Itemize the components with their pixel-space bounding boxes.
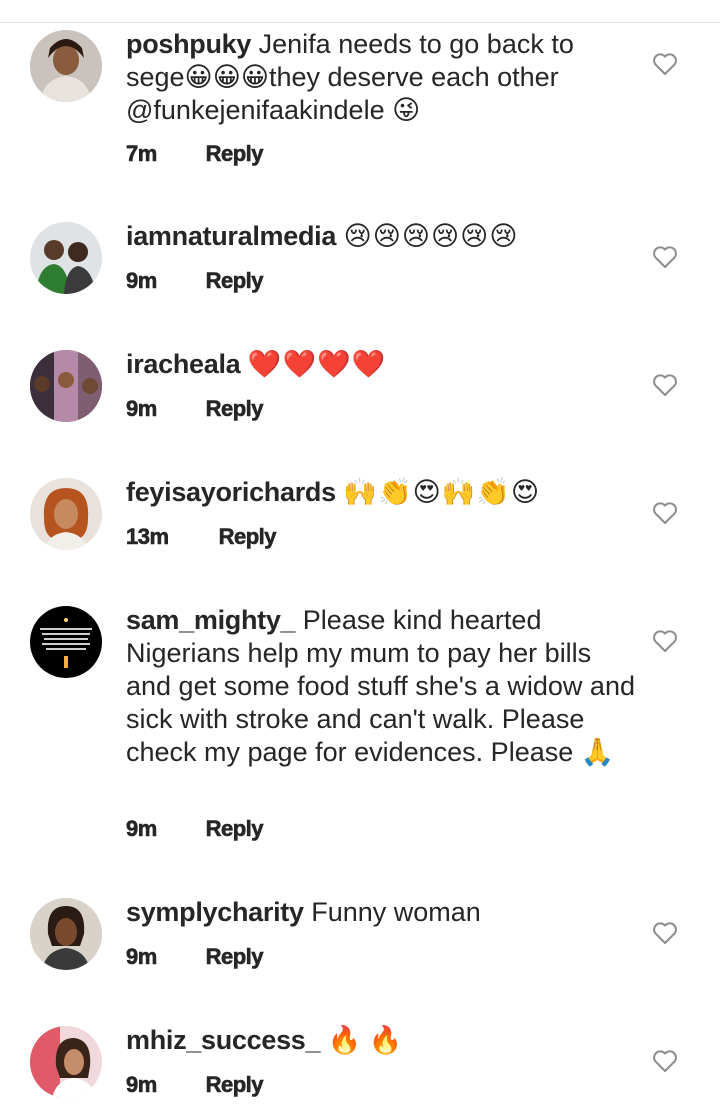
reply-button[interactable]: Reply bbox=[205, 396, 264, 422]
avatar-photo-collage-icon bbox=[30, 350, 102, 422]
comment-meta: 13m Reply bbox=[126, 524, 277, 550]
comment-text: ❤️❤️❤️❤️ bbox=[247, 349, 387, 379]
heart-outline-icon bbox=[653, 922, 677, 944]
comment-meta: 9m Reply bbox=[126, 944, 264, 970]
like-button[interactable] bbox=[652, 52, 678, 76]
reply-button[interactable]: Reply bbox=[205, 141, 264, 167]
comment-time: 9m bbox=[126, 396, 158, 422]
reply-button[interactable]: Reply bbox=[218, 524, 277, 550]
comment-username[interactable]: mhiz_success_ bbox=[126, 1025, 321, 1055]
comment-body: mhiz_success_ 🔥 🔥 bbox=[126, 1024, 636, 1057]
comment-meta: 9m Reply bbox=[126, 396, 264, 422]
comment-time: 9m bbox=[126, 268, 158, 294]
like-button[interactable] bbox=[652, 373, 678, 397]
comment-text: Funny woman bbox=[311, 897, 481, 927]
avatar-photo-woman-icon bbox=[30, 30, 102, 102]
comment-text: 😢😢😢😢😢😢 bbox=[343, 221, 519, 251]
comment-time: 13m bbox=[126, 524, 170, 550]
comment-username[interactable]: iracheala bbox=[126, 349, 241, 379]
comment-time: 9m bbox=[126, 816, 158, 842]
avatar[interactable] bbox=[30, 222, 102, 294]
heart-outline-icon bbox=[653, 374, 677, 396]
avatar[interactable] bbox=[30, 478, 102, 550]
comment-username[interactable]: poshpuky bbox=[126, 29, 251, 59]
comment-body: feyisayorichards 🙌👏😍🙌👏😍 bbox=[126, 476, 636, 509]
like-button[interactable] bbox=[652, 501, 678, 525]
avatar-quote-image-icon bbox=[30, 606, 102, 678]
comment-meta: 9m Reply bbox=[126, 268, 264, 294]
comment-text: 🔥 🔥 bbox=[327, 1025, 403, 1055]
comment-body: symplycharity Funny woman bbox=[126, 896, 636, 929]
comment-time: 7m bbox=[126, 141, 158, 167]
comment-username[interactable]: sam_mighty_ bbox=[126, 605, 296, 635]
heart-outline-icon bbox=[653, 246, 677, 268]
avatar-photo-woman-icon bbox=[30, 478, 102, 550]
comment-body: iamnaturalmedia 😢😢😢😢😢😢 bbox=[126, 220, 636, 253]
comment-text: 🙌👏😍🙌👏😍 bbox=[343, 477, 541, 507]
comment-username[interactable]: iamnaturalmedia bbox=[126, 221, 336, 251]
like-button[interactable] bbox=[652, 629, 678, 653]
heart-outline-icon bbox=[653, 1050, 677, 1072]
avatar-photo-woman-icon bbox=[30, 1026, 102, 1098]
comment-username[interactable]: symplycharity bbox=[126, 897, 304, 927]
reply-button[interactable]: Reply bbox=[205, 944, 264, 970]
like-button[interactable] bbox=[652, 1049, 678, 1073]
avatar-photo-woman-icon bbox=[30, 898, 102, 970]
avatar[interactable] bbox=[30, 350, 102, 422]
like-button[interactable] bbox=[652, 245, 678, 269]
comment-body: poshpuky Jenifa needs to go back to sege… bbox=[126, 28, 636, 127]
comment-time: 9m bbox=[126, 944, 158, 970]
avatar[interactable] bbox=[30, 898, 102, 970]
heart-outline-icon bbox=[653, 502, 677, 524]
comment-body: iracheala ❤️❤️❤️❤️ bbox=[126, 348, 636, 381]
avatar[interactable] bbox=[30, 30, 102, 102]
comment-time: 9m bbox=[126, 1072, 158, 1098]
reply-button[interactable]: Reply bbox=[205, 816, 264, 842]
comment-body: sam_mighty_ Please kind hearted Nigerian… bbox=[126, 604, 636, 769]
avatar[interactable] bbox=[30, 1026, 102, 1098]
reply-button[interactable]: Reply bbox=[205, 1072, 264, 1098]
avatar-photo-two-men-icon bbox=[30, 222, 102, 294]
comment-meta: 9m Reply bbox=[126, 816, 264, 842]
top-bar-edge bbox=[0, 0, 720, 23]
heart-outline-icon bbox=[653, 630, 677, 652]
comment-username[interactable]: feyisayorichards bbox=[126, 477, 336, 507]
comment-meta: 9m Reply bbox=[126, 1072, 264, 1098]
reply-button[interactable]: Reply bbox=[205, 268, 264, 294]
heart-outline-icon bbox=[653, 53, 677, 75]
like-button[interactable] bbox=[652, 921, 678, 945]
comment-meta: 7m Reply bbox=[126, 141, 264, 167]
avatar[interactable] bbox=[30, 606, 102, 678]
